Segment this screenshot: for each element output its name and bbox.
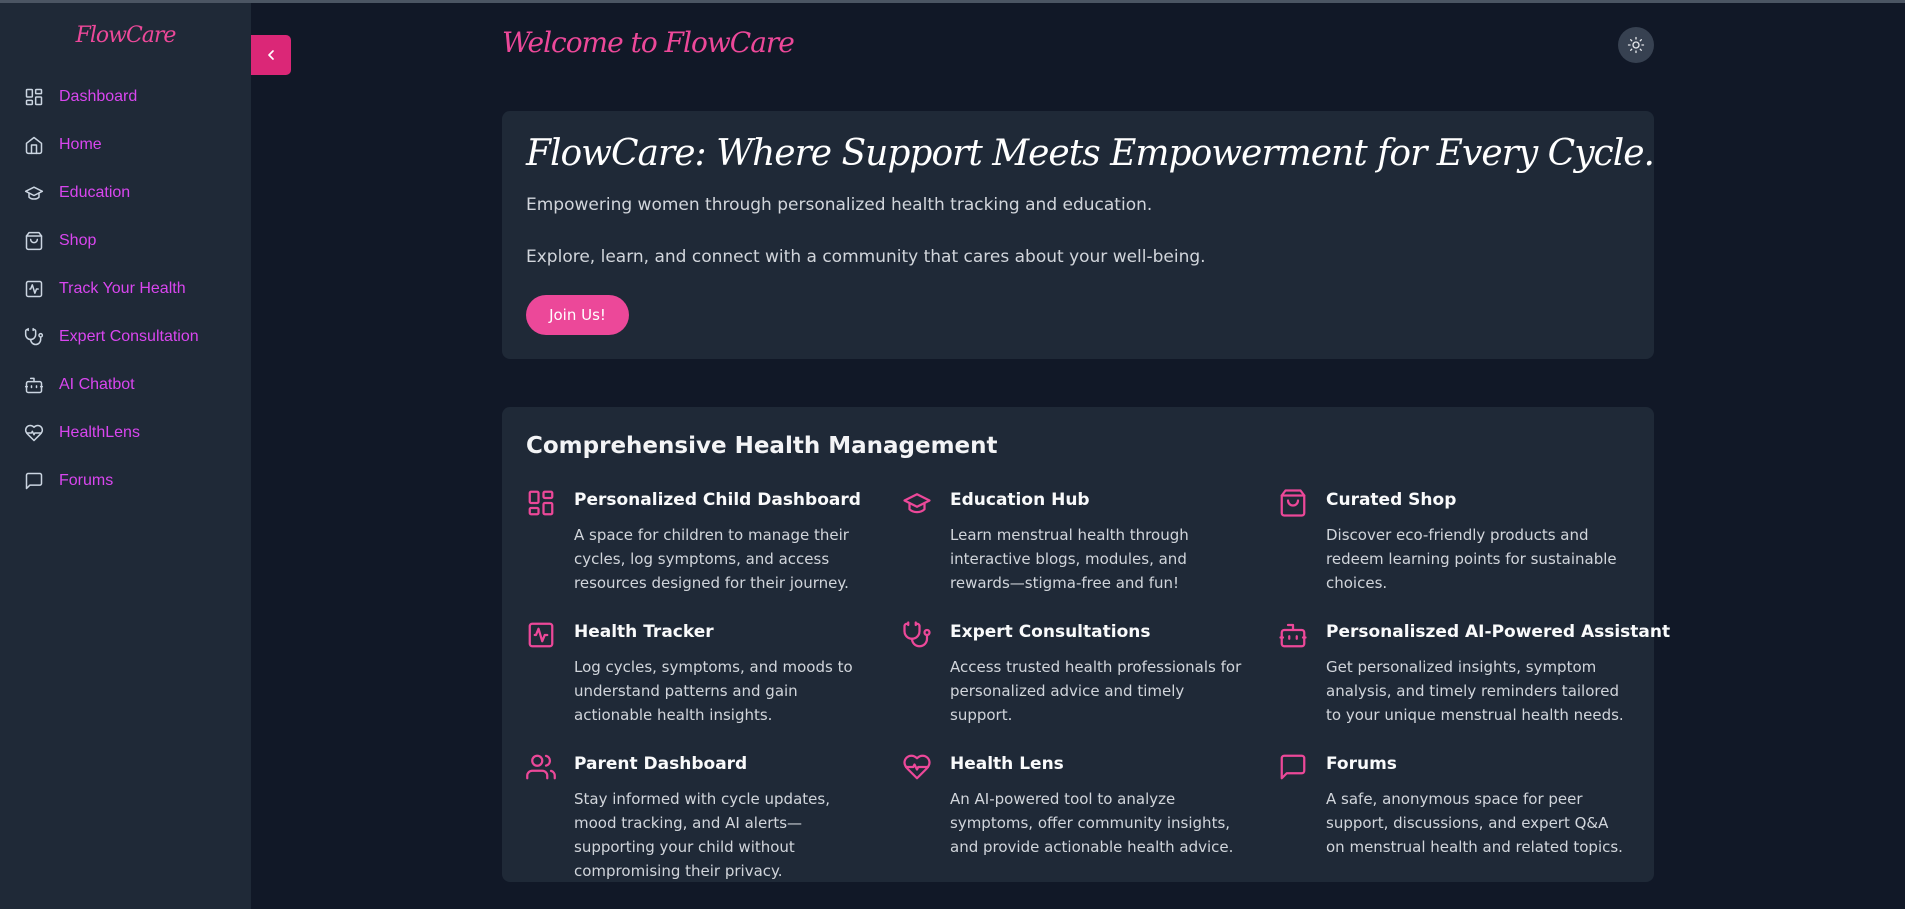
users-icon	[526, 752, 556, 782]
feature-description: Learn menstrual health through interacti…	[950, 526, 1189, 592]
stethoscope-icon	[902, 620, 932, 650]
heart-pulse-icon	[24, 423, 44, 443]
features-title: Comprehensive Health Management	[526, 433, 998, 459]
chevron-left-icon	[268, 50, 274, 60]
sidebar-item-label: Track Your Health	[59, 280, 186, 297]
sidebar-item-label: Expert Consultation	[59, 328, 199, 345]
stethoscope-icon	[24, 327, 44, 347]
graduation-cap-icon	[902, 488, 932, 518]
sidebar-item-label: Home	[59, 136, 102, 153]
sidebar-item-education[interactable]: Education	[24, 178, 234, 208]
sidebar-item-label: Forums	[59, 472, 114, 489]
bot-icon	[24, 375, 44, 395]
message-square-icon	[1278, 752, 1308, 782]
hero-description: Explore, learn, and connect with a commu…	[526, 247, 1206, 267]
sidebar-item-forums[interactable]: Forums	[24, 466, 234, 496]
graduation-cap-icon	[24, 183, 44, 203]
feature-title: Personaliszed AI-Powered Assistant	[1326, 622, 1671, 642]
feature-title: Personalized Child Dashboard	[574, 490, 861, 510]
sidebar-item-label: Dashboard	[59, 88, 138, 105]
shopping-bag-icon	[24, 231, 44, 251]
activity-square-icon	[526, 620, 556, 650]
sidebar-item-label: HealthLens	[59, 424, 140, 441]
sidebar-item-ai-chatbot[interactable]: AI Chatbot	[24, 370, 234, 400]
heart-pulse-icon	[902, 752, 932, 782]
dashboard-icon	[24, 87, 44, 107]
sidebar-item-dashboard[interactable]: Dashboard	[24, 82, 234, 112]
feature-title: Health Tracker	[574, 622, 714, 642]
sidebar-item-expert-consultation[interactable]: Expert Consultation	[24, 322, 234, 352]
feature-description: Get personalized insights, symptom analy…	[1326, 658, 1624, 724]
feature-title: Expert Consultations	[950, 622, 1151, 642]
feature-description: A safe, anonymous space for peer support…	[1326, 790, 1623, 856]
feature-description: Stay informed with cycle updates, mood t…	[574, 790, 830, 880]
sidebar-item-shop[interactable]: Shop	[24, 226, 234, 256]
sidebar-item-label: Education	[59, 184, 131, 201]
features-card: Comprehensive Health Management Personal…	[502, 407, 1670, 882]
bot-icon	[1278, 620, 1308, 650]
feature-description: Discover eco-friendly products and redee…	[1326, 526, 1617, 592]
home-icon	[24, 135, 44, 155]
activity-square-icon	[24, 279, 44, 299]
feature-title: Education Hub	[950, 490, 1090, 510]
feature-title: Parent Dashboard	[574, 754, 748, 774]
feature-title: Curated Shop	[1326, 490, 1457, 510]
collapse-sidebar-button[interactable]	[251, 35, 291, 75]
shopping-bag-icon	[1278, 488, 1308, 518]
sidebar-item-healthlens[interactable]: HealthLens	[24, 418, 234, 448]
sidebar-item-label: AI Chatbot	[59, 376, 135, 393]
feature-description: Log cycles, symptoms, and moods to under…	[574, 658, 853, 724]
sidebar: FlowCare Dashboard Home Education Shop T…	[0, 3, 251, 909]
dashboard-icon	[526, 488, 556, 518]
hero-card: FlowCare: Where Support Meets Empowermen…	[502, 111, 1655, 359]
feature-title: Health Lens	[950, 754, 1064, 774]
sidebar-item-track-your-health[interactable]: Track Your Health	[24, 274, 234, 304]
feature-title: Forums	[1326, 754, 1397, 774]
hero-title: FlowCare: Where Support Meets Empowermen…	[526, 133, 1655, 174]
feature-description: A space for children to manage their cyc…	[574, 526, 849, 592]
sun-icon	[1627, 36, 1645, 54]
join-us-button[interactable]: Join Us!	[526, 295, 629, 335]
app-logo[interactable]: FlowCare	[0, 23, 251, 48]
message-square-icon	[24, 471, 44, 491]
page-title: Welcome to FlowCare	[502, 26, 795, 59]
window-top-border	[0, 0, 1905, 3]
feature-description: An AI-powered tool to analyze symptoms, …	[950, 790, 1234, 856]
hero-subtitle: Empowering women through personalized he…	[526, 195, 1153, 215]
feature-description: Access trusted health professionals for …	[950, 658, 1242, 724]
theme-toggle-button[interactable]	[1618, 27, 1654, 63]
sidebar-item-home[interactable]: Home	[24, 130, 234, 160]
sidebar-item-label: Shop	[59, 232, 97, 249]
